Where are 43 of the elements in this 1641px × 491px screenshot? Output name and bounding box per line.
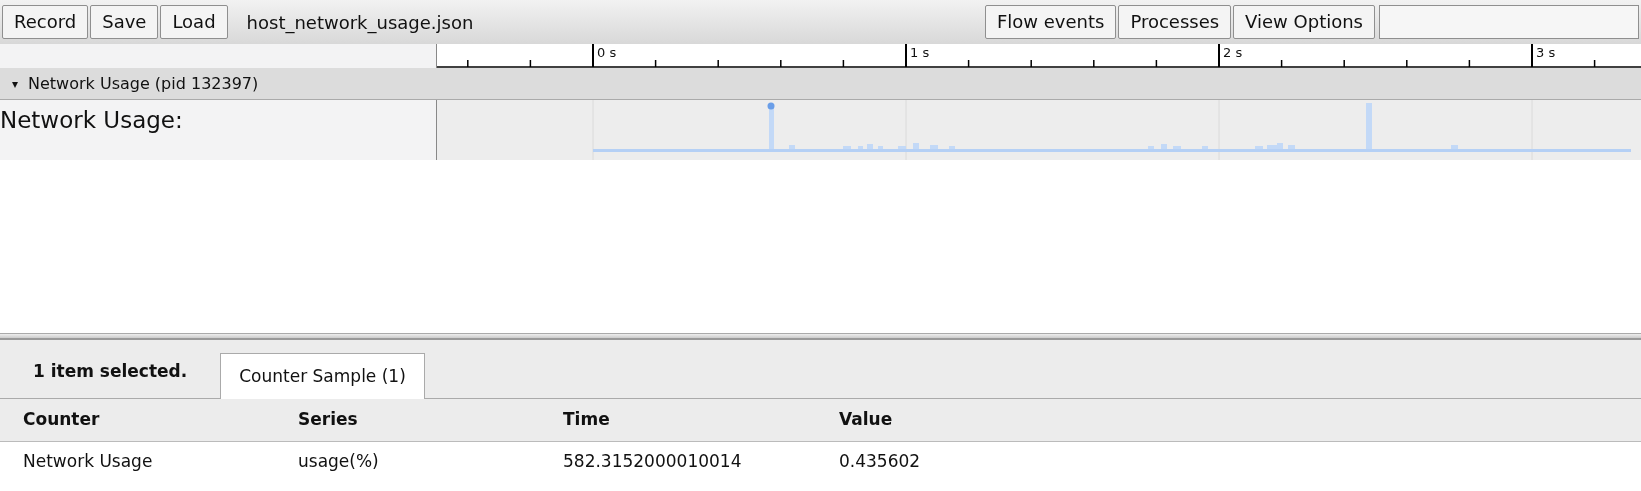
bar: [878, 146, 883, 149]
toolbar-button[interactable]: Flow events: [984, 5, 1117, 39]
toolbar-button[interactable]: Load: [160, 5, 228, 39]
bar: [930, 145, 938, 149]
toolbar-button[interactable]: Record: [2, 5, 89, 39]
search-field[interactable]: [1379, 5, 1639, 39]
ruler-label: 3 s: [1536, 45, 1556, 60]
toolbar-button[interactable]: Processes: [1118, 5, 1232, 39]
analysis-tab[interactable]: Counter Sample (1): [220, 352, 425, 399]
splitter[interactable]: [0, 333, 1641, 340]
bar: [1288, 145, 1295, 149]
table-cell-text: Network Usage: [22, 449, 154, 473]
bar: [1451, 145, 1458, 149]
bar: [867, 144, 873, 149]
process-title: Network Usage (pid 132397): [28, 72, 259, 95]
ruler-label: 0 s: [597, 45, 617, 60]
table-cell-text: 582.3152000010014: [562, 449, 743, 473]
table-cell-text: 0.435602: [838, 449, 922, 473]
column-header: Time: [540, 399, 816, 442]
bar: [843, 146, 851, 149]
column-header: Counter: [0, 399, 275, 442]
bar: [913, 143, 919, 149]
bar: [858, 146, 863, 149]
column-header: Value: [816, 399, 1641, 442]
toolbar-button[interactable]: View Options: [1233, 5, 1375, 39]
column-header: Series: [275, 399, 540, 442]
table-cell-text: usage(%): [297, 449, 380, 473]
sample-marker[interactable]: [767, 102, 775, 110]
ruler-label: 1 s: [910, 45, 930, 60]
bar: [1202, 146, 1208, 149]
bar: [1173, 146, 1181, 149]
toolbar-button[interactable]: Save: [90, 5, 159, 39]
selection-summary: 1 item selected.: [32, 359, 189, 383]
track-label: Network Usage:: [0, 100, 437, 160]
bar: [1255, 146, 1263, 149]
expand-toggle[interactable]: ▾: [12, 74, 19, 93]
bar: [1148, 146, 1154, 149]
bar: [1161, 144, 1167, 149]
bar: [949, 146, 955, 149]
bar: [1366, 103, 1372, 149]
ruler-label: 2 s: [1223, 45, 1243, 60]
file-name: host_network_usage.json: [246, 10, 474, 36]
bar: [898, 146, 906, 149]
